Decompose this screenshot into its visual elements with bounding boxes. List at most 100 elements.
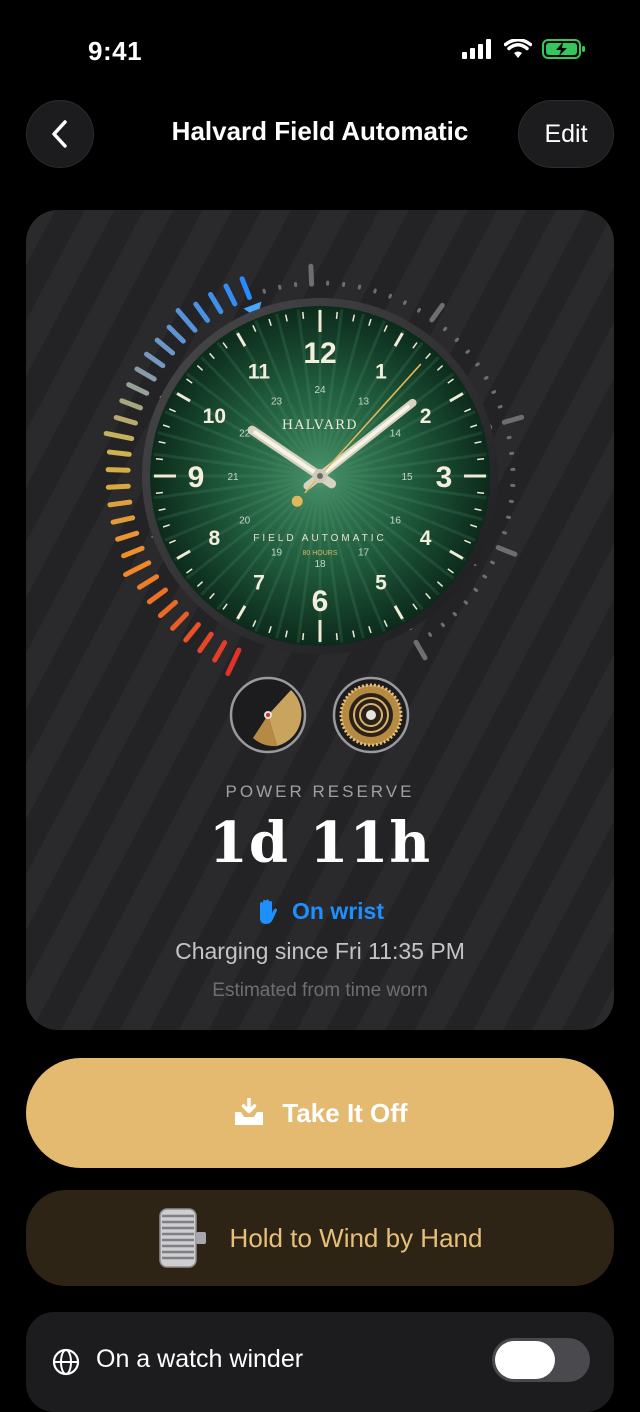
gauge-tick <box>149 590 165 602</box>
tray-download-icon <box>232 1098 266 1128</box>
dial-inner-numeral: 24 <box>314 385 326 396</box>
gauge-tick <box>390 295 391 297</box>
hand-icon <box>256 899 278 925</box>
gauge-tick <box>467 351 469 352</box>
gauge-tick <box>140 577 157 587</box>
status-icons <box>462 38 586 60</box>
gauge-tick <box>404 302 405 304</box>
dial-tick <box>337 312 338 319</box>
status-bar: 9:41 <box>0 0 640 100</box>
power-reserve-value: 1d 11h <box>26 810 614 876</box>
gauge-tick <box>226 286 235 304</box>
gauge-tick <box>113 518 133 522</box>
chevron-left-icon <box>50 119 70 149</box>
dial-inner-numeral: 15 <box>401 472 413 483</box>
wind-by-hand-label: Hold to Wind by Hand <box>230 1223 483 1254</box>
charging-text: Charging since Fri 11:35 PM <box>26 938 614 965</box>
power-reserve-label: POWER RESERVE <box>26 782 614 802</box>
gauge-tick <box>157 340 172 353</box>
back-button[interactable] <box>26 100 94 168</box>
gauge-tick <box>110 502 130 505</box>
watch-visual: 012243648607280 121234567891011241314151… <box>26 210 614 770</box>
gauge-tick <box>492 562 494 563</box>
dial-numeral: 11 <box>248 360 271 383</box>
dial-tick <box>477 493 484 494</box>
edit-button[interactable]: Edit <box>518 100 614 168</box>
globe-icon <box>52 1348 80 1376</box>
dial-inner-numeral: 18 <box>314 559 326 570</box>
wind-by-hand-button[interactable]: Hold to Wind by Hand <box>26 1190 614 1286</box>
gauge-tick <box>498 548 515 555</box>
gauge-tick <box>442 624 443 626</box>
gauge-tick <box>444 328 445 330</box>
wifi-icon <box>504 39 532 59</box>
dial-brand: HALVARD <box>282 418 358 433</box>
dial-numeral: 12 <box>303 337 336 370</box>
gauge-tick <box>137 369 154 379</box>
gauge-tick <box>118 533 137 539</box>
dial-numeral: 3 <box>436 461 453 494</box>
dial-numeral: 1 <box>375 360 387 383</box>
dial-numeral: 9 <box>188 461 205 494</box>
gauge-tick <box>116 418 135 424</box>
wear-status-label: On wrist <box>292 898 384 925</box>
gauge-tick <box>456 339 457 340</box>
watch-card: 012243648607280 121234567891011241314151… <box>26 210 614 1030</box>
mainspring-icon[interactable] <box>332 676 410 754</box>
dial-numeral: 2 <box>420 405 432 428</box>
gauge-tick <box>429 634 430 636</box>
watch-winder-toggle[interactable] <box>492 1338 590 1382</box>
signal-icon <box>462 39 494 59</box>
gauge-tick <box>375 290 376 292</box>
gauge-tick <box>416 642 425 658</box>
rotor-icon[interactable] <box>229 676 307 754</box>
gauge-tick <box>215 643 225 660</box>
gauge-tick <box>504 417 521 422</box>
gauge-tick <box>475 589 477 590</box>
gauge-tick <box>122 401 141 408</box>
gauge-tick <box>169 327 183 341</box>
estimate-note: Estimated from time worn <box>26 980 614 1002</box>
gauge-tick <box>484 576 486 577</box>
take-it-off-button[interactable]: Take It Off <box>26 1058 614 1168</box>
dial-reserve-badge: 80 HOURS <box>302 550 337 557</box>
gauge-tick <box>504 532 506 533</box>
toggle-knob <box>495 1341 555 1379</box>
dial-tick <box>156 459 163 460</box>
gauge-tick <box>129 385 147 394</box>
gauge-tick <box>311 266 312 284</box>
gauge-tick <box>108 486 128 487</box>
dial-numeral: 5 <box>375 572 387 595</box>
gauge-tick <box>108 470 128 471</box>
gauge-tick <box>124 548 143 556</box>
dial-numeral: 7 <box>253 572 265 595</box>
dial-model: FIELD AUTOMATIC <box>253 533 387 544</box>
dial-numeral: 10 <box>203 405 226 428</box>
dial-tick <box>156 493 163 494</box>
dial-tick <box>303 633 304 640</box>
dial-inner-numeral: 14 <box>390 429 402 440</box>
gauge-tick <box>186 625 199 640</box>
gauge-tick <box>126 563 149 575</box>
dial-inner-numeral: 13 <box>358 397 370 408</box>
gauge-tick <box>454 613 455 614</box>
crown-icon <box>158 1207 208 1269</box>
gauge-tick <box>211 294 221 311</box>
gauge-tick <box>242 279 249 298</box>
dial-inner-numeral: 16 <box>390 516 402 527</box>
dial-inner-numeral: 21 <box>227 472 239 483</box>
gauge-tick <box>264 290 265 292</box>
gauge-tick <box>200 634 211 650</box>
center-pin <box>317 473 323 479</box>
status-time: 9:41 <box>88 36 142 67</box>
gauge-tick <box>432 305 442 320</box>
wear-status: On wrist <box>26 898 614 925</box>
dial-inner-numeral: 20 <box>239 516 251 527</box>
seconds-counterweight <box>292 496 303 507</box>
dial-inner-numeral: 19 <box>271 547 283 558</box>
gauge-tick <box>228 650 239 674</box>
dial-tick <box>337 633 338 640</box>
dial-inner-numeral: 23 <box>271 397 283 408</box>
nav-bar: Halvard Field Automatic Edit <box>0 98 640 170</box>
dial-inner-numeral: 17 <box>358 547 370 558</box>
